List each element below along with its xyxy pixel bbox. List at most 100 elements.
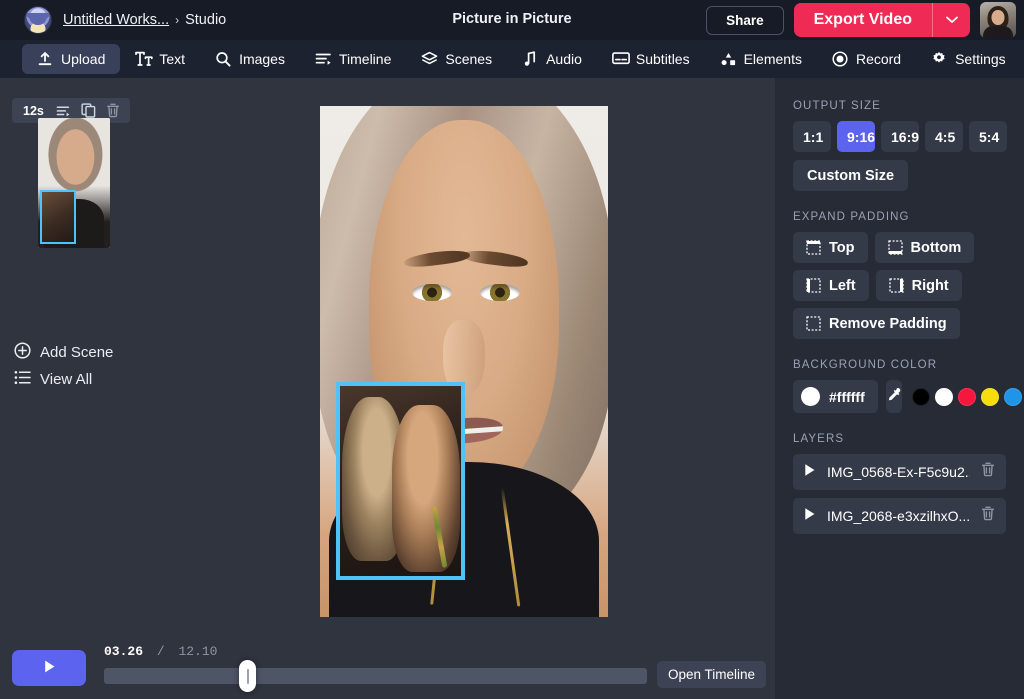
- progress-scrubber-handle[interactable]: [239, 660, 256, 692]
- padding-left-button[interactable]: Left: [793, 270, 869, 301]
- elements-icon: [720, 51, 736, 67]
- main-nav: Upload Text Images: [0, 40, 1024, 78]
- ratio-button-1-1[interactable]: 1:1: [793, 121, 831, 152]
- remove-padding-button[interactable]: Remove Padding: [793, 308, 960, 339]
- export-video-button[interactable]: Export Video: [794, 3, 932, 37]
- nav-item-scenes[interactable]: Scenes: [406, 44, 507, 74]
- play-triangle-icon[interactable]: [804, 507, 816, 526]
- chevron-down-icon[interactable]: [932, 3, 970, 37]
- time-display: 03.26 / 12.10: [104, 644, 217, 659]
- topbar-actions: Share Export Video: [706, 2, 1024, 38]
- trash-icon[interactable]: [981, 506, 995, 526]
- padding-top-button[interactable]: Top: [793, 232, 868, 263]
- ratio-button-5-4[interactable]: 5:4: [969, 121, 1007, 152]
- output-size-options: 1:1 9:16 16:9 4:5 5:4: [793, 121, 1006, 152]
- nav-label: Images: [239, 51, 285, 67]
- padding-left-label: Left: [829, 278, 856, 294]
- trash-icon[interactable]: [981, 462, 995, 482]
- eyedropper-button[interactable]: [886, 380, 902, 413]
- layers-label: Layers: [793, 433, 1006, 445]
- total-time: 12.10: [178, 644, 217, 659]
- swatch-blue[interactable]: [1004, 388, 1022, 406]
- nav-item-record[interactable]: Record: [817, 44, 916, 74]
- nav-label: Scenes: [445, 51, 492, 67]
- layer-name: IMG_2068-e3xzilhxO....: [827, 508, 970, 524]
- ratio-button-4-5[interactable]: 4:5: [925, 121, 963, 152]
- time-separator: /: [157, 644, 165, 659]
- padding-right-button[interactable]: Right: [876, 270, 962, 301]
- nav-item-audio[interactable]: Audio: [507, 44, 597, 74]
- video-preview-canvas[interactable]: [320, 106, 608, 617]
- swatch-yellow[interactable]: [981, 388, 999, 406]
- expand-padding-label: Expand Padding: [793, 211, 1006, 223]
- swatch-white[interactable]: [935, 388, 953, 406]
- background-hex-value: #ffffff: [829, 389, 865, 405]
- app-root: Untitled Works... › Studio Picture in Pi…: [0, 0, 1024, 699]
- layer-row[interactable]: IMG_2068-e3xzilhxO....: [793, 498, 1006, 534]
- record-icon: [832, 51, 848, 67]
- nav-label: Timeline: [339, 51, 391, 67]
- breadcrumb: Untitled Works... › Studio: [63, 12, 226, 28]
- timeline-icon: [315, 51, 331, 67]
- add-scene-label: Add Scene: [40, 344, 113, 361]
- nav-item-subtitles[interactable]: Subtitles: [597, 44, 705, 74]
- padding-left-icon: [806, 278, 821, 293]
- nav-item-images[interactable]: Images: [200, 44, 300, 74]
- padding-remove-icon: [806, 316, 821, 331]
- play-icon: [43, 659, 56, 677]
- music-note-icon: [522, 51, 538, 67]
- canvas-area: [160, 78, 775, 639]
- cat-avatar-icon[interactable]: [24, 6, 52, 34]
- color-preview-dot: [801, 387, 820, 406]
- nav-item-elements[interactable]: Elements: [705, 44, 817, 74]
- scenes-sidebar: 12s: [0, 78, 160, 639]
- plus-circle-icon: [14, 342, 31, 363]
- pip-overlay-selected[interactable]: [336, 382, 465, 580]
- background-color-label: Background Color: [793, 359, 1006, 371]
- breadcrumb-current: Studio: [185, 12, 226, 28]
- padding-bottom-label: Bottom: [911, 240, 962, 256]
- custom-size-button[interactable]: Custom Size: [793, 160, 908, 191]
- ratio-button-9-16[interactable]: 9:16: [837, 121, 875, 152]
- view-all-button[interactable]: View All: [14, 367, 92, 392]
- text-icon: [135, 51, 151, 67]
- upload-icon: [37, 51, 53, 67]
- progress-track[interactable]: [104, 668, 647, 684]
- layers-icon: [421, 51, 437, 67]
- padding-right-icon: [889, 278, 904, 293]
- breadcrumb-project-link[interactable]: Untitled Works...: [63, 12, 169, 28]
- output-size-label: Output Size: [793, 100, 1006, 112]
- play-triangle-icon[interactable]: [804, 463, 816, 482]
- scene-thumbnail-pip: [40, 190, 76, 244]
- list-icon: [14, 370, 31, 389]
- search-icon: [215, 51, 231, 67]
- share-button[interactable]: Share: [706, 6, 784, 35]
- export-group: Export Video: [794, 3, 970, 37]
- nav-label: Settings: [955, 51, 1006, 67]
- nav-item-settings[interactable]: Settings: [916, 44, 1021, 74]
- nav-item-timeline[interactable]: Timeline: [300, 44, 406, 74]
- swatch-red[interactable]: [958, 388, 976, 406]
- nav-label: Elements: [744, 51, 802, 67]
- add-scene-button[interactable]: Add Scene: [14, 339, 113, 366]
- gear-icon: [931, 51, 947, 67]
- open-timeline-button[interactable]: Open Timeline: [657, 661, 766, 688]
- play-button[interactable]: [12, 650, 86, 686]
- scene-thumbnail[interactable]: [38, 118, 110, 248]
- current-time: 03.26: [104, 644, 143, 659]
- layer-row[interactable]: IMG_0568-Ex-F5c9u2....: [793, 454, 1006, 490]
- nav-label: Record: [856, 51, 901, 67]
- ratio-button-16-9[interactable]: 16:9: [881, 121, 919, 152]
- swatch-black[interactable]: [912, 388, 930, 406]
- nav-item-upload[interactable]: Upload: [22, 44, 120, 74]
- padding-row-1: Top Bottom: [793, 232, 1006, 263]
- padding-bottom-button[interactable]: Bottom: [875, 232, 975, 263]
- padding-row-2: Left Right: [793, 270, 1006, 301]
- user-avatar[interactable]: [980, 2, 1016, 38]
- nav-label: Text: [159, 51, 185, 67]
- padding-right-label: Right: [912, 278, 949, 294]
- nav-label: Audio: [546, 51, 582, 67]
- background-hex-field[interactable]: #ffffff: [793, 380, 878, 413]
- nav-item-text[interactable]: Text: [120, 44, 200, 74]
- nav-label: Upload: [61, 51, 105, 67]
